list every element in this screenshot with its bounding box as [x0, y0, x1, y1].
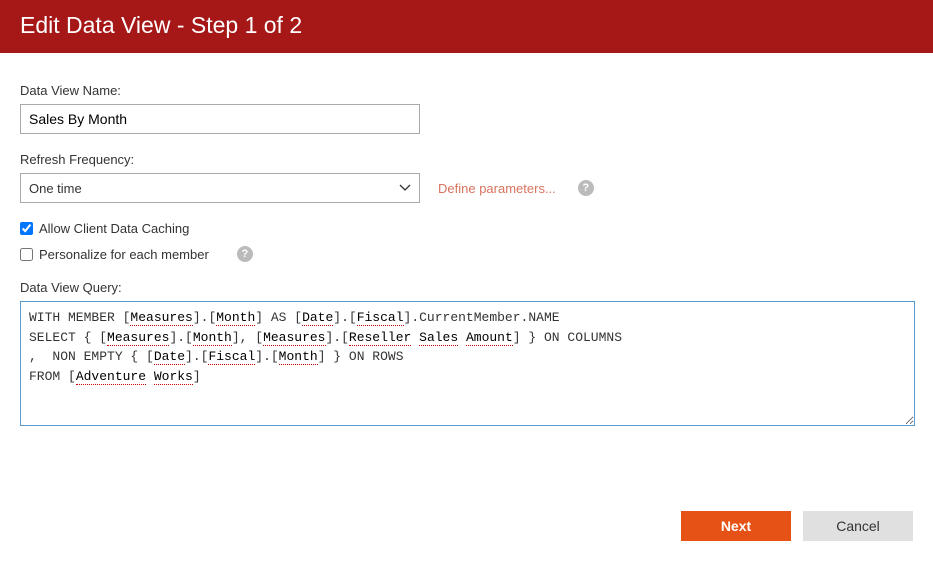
name-label: Data View Name: — [20, 83, 913, 98]
chevron-down-icon — [399, 184, 411, 192]
personalize-row[interactable]: Personalize for each member ? — [20, 246, 913, 262]
name-group: Data View Name: — [20, 83, 913, 134]
query-label: Data View Query: — [20, 280, 913, 295]
refresh-value: One time — [29, 181, 82, 196]
refresh-label: Refresh Frequency: — [20, 152, 913, 167]
dialog-header: Edit Data View - Step 1 of 2 — [0, 0, 933, 53]
cancel-button[interactable]: Cancel — [803, 511, 913, 541]
personalize-label: Personalize for each member — [39, 247, 209, 262]
query-group: Data View Query: WITH MEMBER [Measures].… — [20, 280, 913, 426]
name-input[interactable] — [20, 104, 420, 134]
dialog-title: Edit Data View - Step 1 of 2 — [20, 12, 302, 38]
personalize-checkbox[interactable] — [20, 248, 33, 261]
help-icon[interactable]: ? — [237, 246, 253, 262]
define-parameters-link[interactable]: Define parameters... — [438, 181, 556, 196]
dialog-footer: Next Cancel — [681, 511, 913, 541]
help-icon[interactable]: ? — [578, 180, 594, 196]
refresh-group: Refresh Frequency: One time Define param… — [20, 152, 913, 203]
allow-cache-label: Allow Client Data Caching — [39, 221, 189, 236]
query-textarea[interactable]: WITH MEMBER [Measures].[Month] AS [Date]… — [20, 301, 915, 426]
refresh-dropdown[interactable]: One time — [20, 173, 420, 203]
dialog-body: Data View Name: Refresh Frequency: One t… — [0, 53, 933, 426]
allow-cache-row[interactable]: Allow Client Data Caching — [20, 221, 913, 236]
allow-cache-checkbox[interactable] — [20, 222, 33, 235]
next-button[interactable]: Next — [681, 511, 791, 541]
